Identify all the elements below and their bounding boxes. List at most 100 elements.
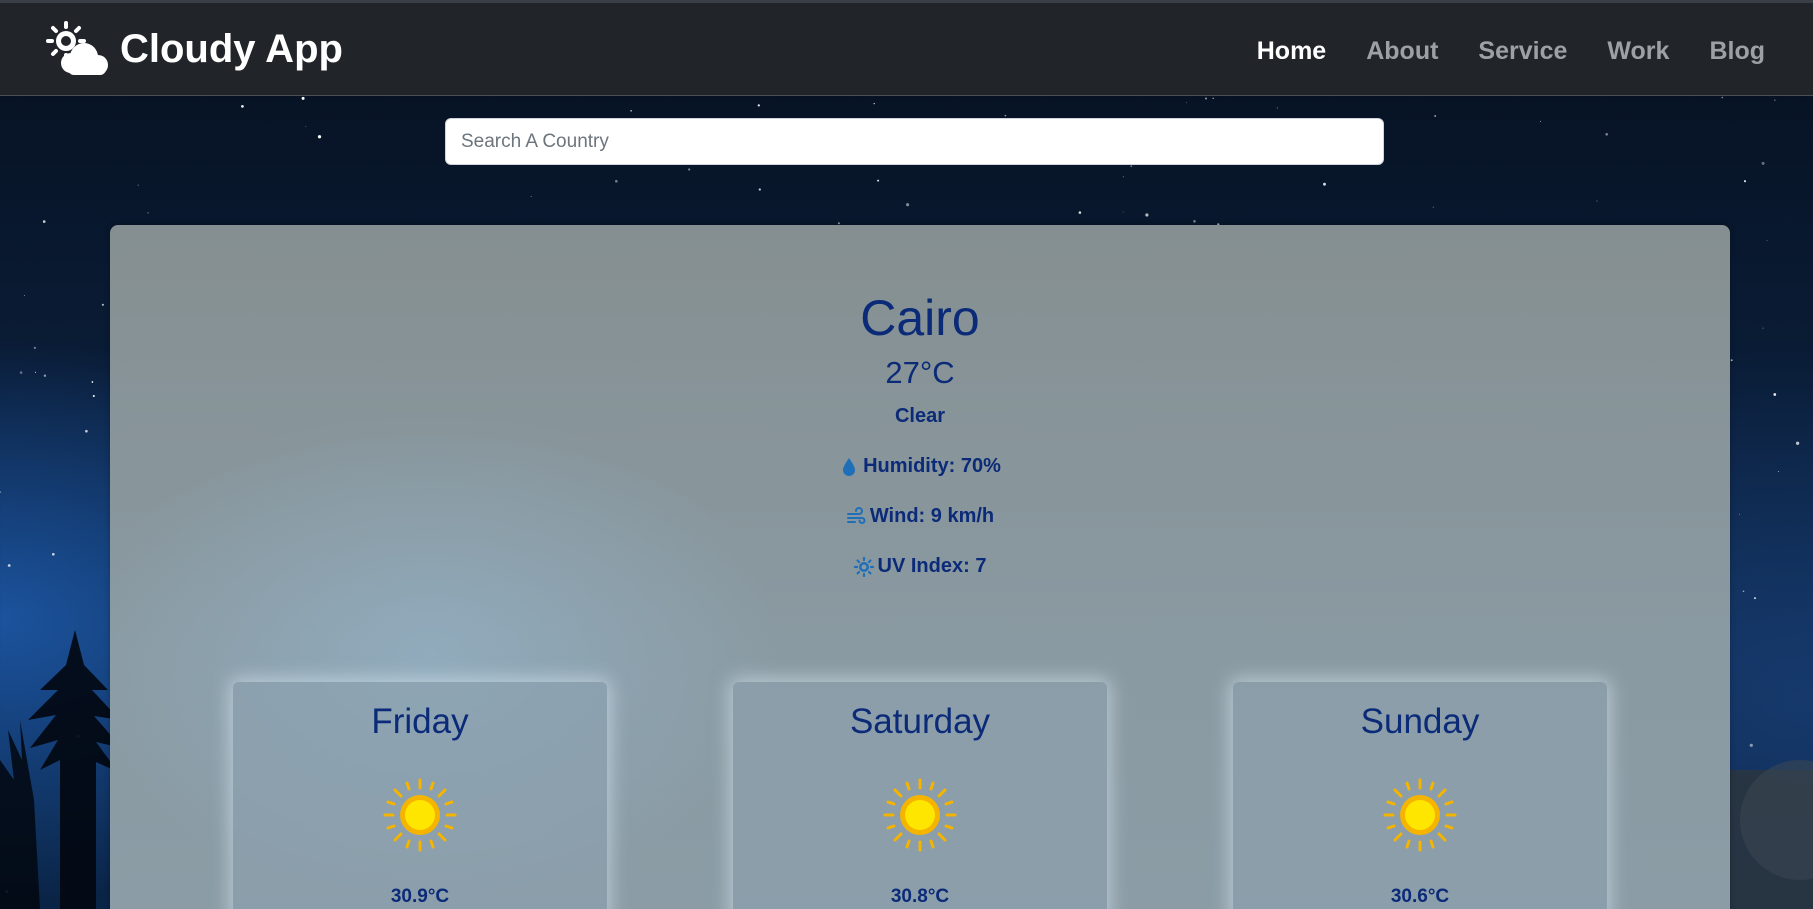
star: [34, 371, 37, 373]
star: [1596, 200, 1598, 202]
wind-stat: Wind: 9 km/h: [110, 505, 1730, 528]
star: [1743, 180, 1747, 183]
star: [1753, 597, 1757, 600]
star: [19, 371, 23, 374]
star: [758, 188, 761, 191]
star: [1742, 590, 1745, 593]
star: [1078, 211, 1082, 214]
star: [1432, 206, 1434, 208]
star: [305, 125, 307, 127]
star: [1749, 743, 1753, 747]
star: [92, 394, 95, 398]
star: [1770, 894, 1773, 897]
forecast-temp: 30.8°C: [890, 886, 950, 907]
star: [1122, 176, 1124, 178]
nav-link-work[interactable]: Work: [1607, 37, 1669, 66]
star: [101, 303, 104, 306]
star: [1754, 821, 1756, 824]
star: [42, 220, 46, 223]
navbar: Cloudy App Home About Service Work Blog: [0, 0, 1813, 96]
sun-small-icon: [853, 556, 874, 577]
sun-icon: [383, 778, 457, 852]
dark-shape-right: [1730, 760, 1813, 909]
search-bar: [445, 118, 1384, 165]
star: [757, 104, 760, 107]
forecast-card-sunday: Sunday 30.6°C: [1233, 682, 1607, 909]
star: [137, 184, 139, 186]
star: [1434, 114, 1437, 118]
star: [1795, 441, 1800, 445]
nav-links: Home About Service Work Blog: [1217, 3, 1765, 99]
uv-index-stat: UV Index: 7: [110, 555, 1730, 578]
star: [0, 491, 2, 494]
star: [1186, 101, 1187, 103]
star: [5, 890, 9, 893]
nav-link-about[interactable]: About: [1366, 37, 1438, 66]
star: [23, 294, 25, 297]
sun-icon: [1383, 778, 1457, 852]
brand[interactable]: Cloudy App: [44, 17, 343, 81]
star: [1730, 359, 1733, 362]
weather-condition: Clear: [894, 405, 946, 427]
forecast-card-friday: Friday 30.9°C: [233, 682, 607, 909]
star: [241, 105, 244, 108]
star: [147, 212, 149, 214]
star: [33, 346, 37, 350]
star: [1773, 393, 1777, 396]
star: [43, 374, 47, 377]
star: [530, 195, 532, 198]
star: [1766, 239, 1768, 242]
app-title: Cloudy App: [120, 27, 343, 71]
uv-index-label: UV Index: 7: [877, 555, 987, 577]
star: [1774, 99, 1776, 101]
star: [1145, 213, 1149, 217]
sun-cloud-logo-icon: [46, 21, 108, 75]
star: [301, 96, 305, 100]
nav-link-service[interactable]: Service: [1478, 37, 1567, 66]
star: [906, 203, 910, 207]
nav-link-home[interactable]: Home: [1257, 37, 1326, 66]
star: [688, 168, 691, 171]
star: [1130, 165, 1133, 168]
star: [1193, 220, 1196, 223]
star: [1004, 114, 1007, 117]
star: [1540, 120, 1541, 122]
star: [51, 552, 55, 556]
star: [76, 734, 80, 738]
forecast-day: Friday: [371, 702, 469, 741]
tree-silhouette: [0, 630, 122, 909]
forecast-day: Saturday: [849, 702, 991, 741]
star: [1739, 513, 1741, 515]
star: [877, 179, 880, 182]
wind-label: Wind: 9 km/h: [869, 505, 995, 527]
star: [85, 429, 88, 433]
weather-panel: Cairo 27°C Clear Humidity: 70% Wind: 9 k…: [110, 225, 1730, 909]
star: [630, 110, 632, 112]
wind-icon: [846, 506, 866, 524]
forecast-temp: 30.6°C: [1390, 886, 1450, 907]
humidity-stat: Humidity: 70%: [110, 455, 1730, 478]
water-drop-icon: [843, 457, 856, 476]
star: [1122, 211, 1124, 213]
star: [1276, 107, 1278, 109]
star: [1204, 97, 1208, 100]
forecast-day: Sunday: [1360, 702, 1480, 741]
star: [873, 102, 875, 105]
city-name: Cairo: [860, 290, 980, 346]
forecast-temp: 30.9°C: [390, 886, 450, 907]
forecast-card-saturday: Saturday 30.8°C: [733, 682, 1107, 909]
star: [317, 135, 322, 139]
nav-link-blog[interactable]: Blog: [1709, 37, 1765, 66]
search-input[interactable]: [445, 118, 1384, 165]
star: [1212, 97, 1214, 100]
star: [91, 381, 94, 383]
sun-icon: [883, 778, 957, 852]
star: [1762, 327, 1764, 329]
star: [1323, 182, 1326, 186]
star: [1761, 161, 1765, 165]
star: [1605, 133, 1608, 136]
humidity-label: Humidity: 70%: [863, 455, 1001, 477]
current-temperature: 27°C: [885, 355, 955, 390]
star: [7, 564, 11, 567]
star: [1778, 471, 1780, 473]
